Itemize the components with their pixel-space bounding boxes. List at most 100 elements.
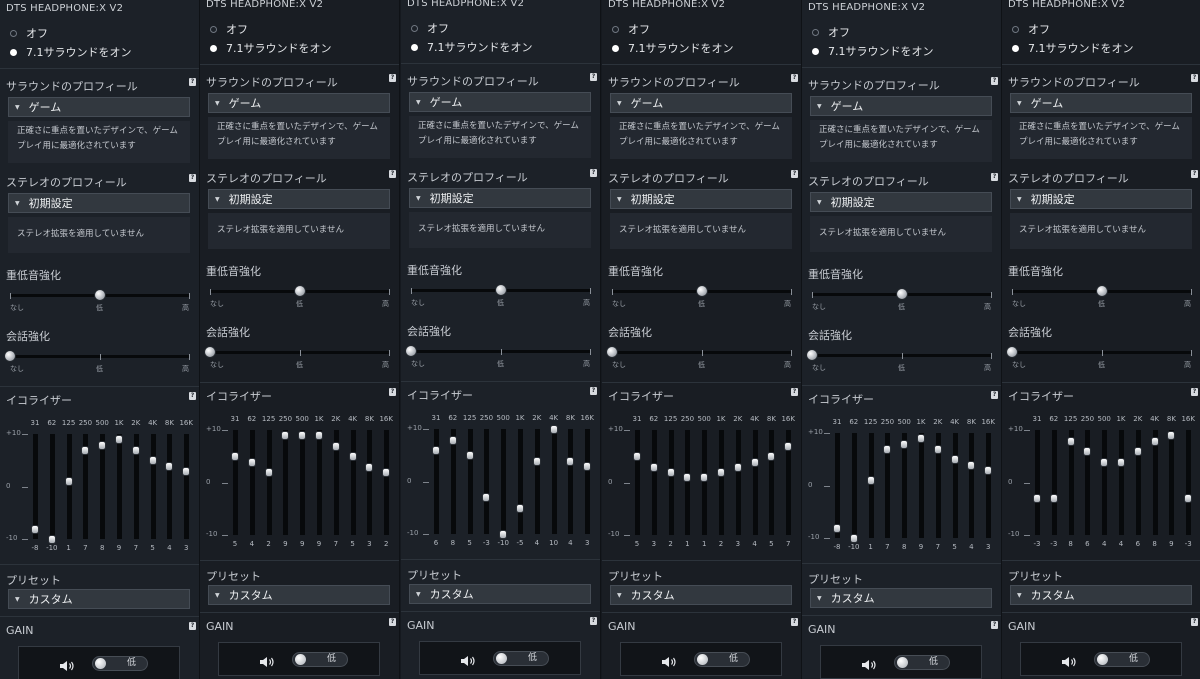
- eq-band-knob[interactable]: [833, 523, 841, 533]
- radio-surround[interactable]: 7.1サラウンドをオン: [411, 40, 533, 54]
- eq-band-track[interactable]: [150, 434, 156, 539]
- eq-band-knob[interactable]: [1167, 431, 1176, 441]
- eq-band-track[interactable]: [1119, 430, 1124, 535]
- help-icon[interactable]: ?: [991, 77, 998, 85]
- eq-band-track[interactable]: [484, 429, 490, 534]
- eq-band-track[interactable]: [1035, 430, 1040, 535]
- eq-band-knob[interactable]: [849, 534, 858, 543]
- eq-band-knob[interactable]: [231, 452, 239, 462]
- radio-off[interactable]: オフ: [10, 26, 48, 40]
- radio-off[interactable]: オフ: [411, 21, 449, 35]
- eq-band-track[interactable]: [1135, 430, 1141, 535]
- surround-profile-dropdown[interactable]: ▼ ゲーム: [409, 92, 591, 112]
- gain-toggle[interactable]: 低: [694, 652, 750, 667]
- radio-surround[interactable]: 7.1サラウンドをオン: [812, 44, 934, 58]
- stereo-profile-dropdown[interactable]: ▼ 初期設定: [208, 189, 390, 209]
- radio-surround-indicator[interactable]: [210, 44, 217, 52]
- eq-band-track[interactable]: [283, 430, 289, 535]
- eq-band-knob[interactable]: [683, 473, 692, 483]
- radio-off-indicator[interactable]: [1012, 25, 1019, 33]
- preset-dropdown[interactable]: ▼ カスタム: [610, 585, 792, 605]
- eq-band-track[interactable]: [49, 434, 55, 539]
- eq-band-knob[interactable]: [516, 503, 524, 513]
- eq-band-track[interactable]: [635, 430, 640, 535]
- eq-band-knob[interactable]: [98, 440, 107, 450]
- radio-off[interactable]: オフ: [812, 25, 850, 39]
- eq-band-track[interactable]: [100, 434, 106, 539]
- dialog-slider-knob[interactable]: [204, 346, 216, 358]
- eq-band-track[interactable]: [467, 429, 473, 534]
- dialog-slider-knob[interactable]: [1006, 346, 1018, 358]
- help-icon[interactable]: ?: [189, 392, 196, 400]
- eq-band-track[interactable]: [568, 429, 574, 534]
- eq-band-track[interactable]: [902, 433, 908, 538]
- eq-band-knob[interactable]: [967, 460, 976, 470]
- eq-band-track[interactable]: [367, 430, 373, 535]
- eq-band-track[interactable]: [1085, 430, 1091, 535]
- stereo-profile-dropdown[interactable]: ▼ 初期設定: [8, 193, 190, 213]
- dialog-slider-knob[interactable]: [806, 349, 818, 361]
- bass-slider-knob[interactable]: [696, 285, 708, 297]
- eq-band-knob[interactable]: [281, 431, 290, 441]
- eq-band-knob[interactable]: [182, 466, 191, 476]
- surround-profile-dropdown[interactable]: ▼ ゲーム: [1010, 93, 1192, 113]
- help-icon[interactable]: ?: [590, 617, 597, 625]
- help-icon[interactable]: ?: [791, 170, 798, 178]
- eq-band-knob[interactable]: [1133, 447, 1142, 456]
- eq-band-knob[interactable]: [47, 535, 56, 544]
- bass-slider-knob[interactable]: [94, 289, 106, 301]
- eq-band-knob[interactable]: [298, 431, 307, 441]
- eq-band-knob[interactable]: [1100, 457, 1109, 467]
- eq-band-knob[interactable]: [750, 457, 759, 467]
- help-icon[interactable]: ?: [590, 169, 597, 177]
- help-icon[interactable]: ?: [791, 74, 798, 82]
- help-icon[interactable]: ?: [1191, 170, 1198, 178]
- preset-dropdown[interactable]: ▼ カスタム: [208, 585, 390, 605]
- dialog-slider-knob[interactable]: [606, 346, 618, 358]
- eq-band-knob[interactable]: [767, 452, 776, 462]
- eq-band-track[interactable]: [1186, 430, 1192, 535]
- gain-toggle-knob[interactable]: [496, 653, 507, 664]
- eq-band-track[interactable]: [685, 430, 691, 535]
- eq-band-knob[interactable]: [131, 445, 140, 455]
- stereo-profile-dropdown[interactable]: ▼ 初期設定: [409, 188, 591, 208]
- eq-band-track[interactable]: [835, 433, 840, 538]
- eq-band-track[interactable]: [1152, 430, 1158, 535]
- preset-dropdown[interactable]: ▼ カスタム: [810, 588, 992, 608]
- radio-surround-indicator[interactable]: [612, 44, 619, 52]
- eq-band-knob[interactable]: [700, 473, 709, 483]
- preset-dropdown[interactable]: ▼ カスタム: [1010, 585, 1192, 605]
- radio-off[interactable]: オフ: [1012, 22, 1050, 36]
- radio-off[interactable]: オフ: [612, 22, 650, 36]
- eq-band-knob[interactable]: [866, 476, 875, 486]
- eq-band-track[interactable]: [1051, 430, 1057, 535]
- bass-slider-knob[interactable]: [294, 285, 306, 297]
- help-icon[interactable]: ?: [389, 618, 396, 626]
- eq-band-knob[interactable]: [448, 435, 457, 445]
- eq-band-knob[interactable]: [365, 462, 374, 472]
- eq-band-track[interactable]: [769, 430, 775, 535]
- radio-off-indicator[interactable]: [812, 28, 819, 36]
- eq-band-track[interactable]: [1102, 430, 1108, 535]
- eq-band-track[interactable]: [1068, 430, 1074, 535]
- eq-band-track[interactable]: [233, 430, 238, 535]
- radio-off-indicator[interactable]: [210, 25, 217, 33]
- stereo-profile-dropdown[interactable]: ▼ 初期設定: [610, 189, 792, 209]
- bass-slider-knob[interactable]: [495, 284, 507, 296]
- eq-band-track[interactable]: [33, 434, 38, 539]
- help-icon[interactable]: ?: [991, 391, 998, 399]
- eq-band-knob[interactable]: [900, 439, 909, 449]
- gain-toggle[interactable]: 低: [1094, 652, 1150, 667]
- radio-surround-indicator[interactable]: [10, 48, 17, 56]
- eq-band-track[interactable]: [986, 433, 992, 538]
- eq-band-knob[interactable]: [784, 441, 793, 451]
- radio-surround-indicator[interactable]: [812, 47, 819, 55]
- gain-toggle[interactable]: 低: [894, 655, 950, 670]
- radio-surround[interactable]: 7.1サラウンドをオン: [1012, 41, 1134, 55]
- eq-band-track[interactable]: [919, 433, 924, 538]
- help-icon[interactable]: ?: [189, 174, 196, 182]
- gain-toggle-knob[interactable]: [897, 657, 908, 668]
- eq-band-knob[interactable]: [64, 477, 73, 487]
- eq-band-track[interactable]: [66, 434, 72, 539]
- eq-band-knob[interactable]: [950, 455, 959, 465]
